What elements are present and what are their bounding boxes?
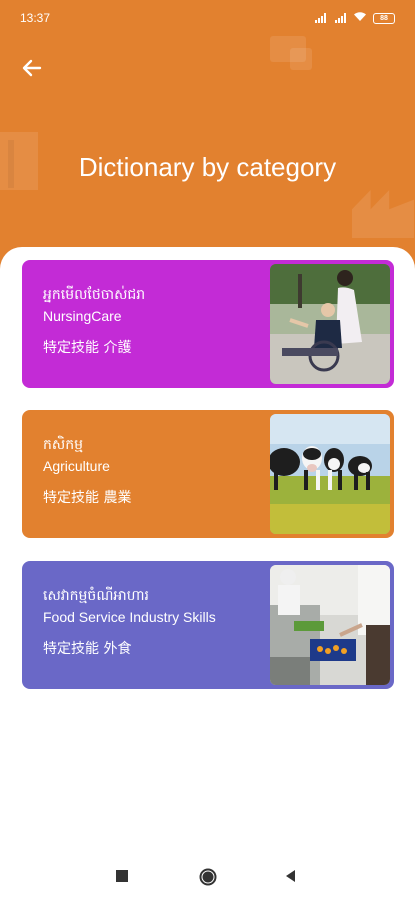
category-card-food-service[interactable]: សេវាកម្មចំណីអាហារ Food Service Industry …: [22, 561, 394, 689]
nursing-care-photo: [270, 264, 390, 384]
food-service-kitchen-photo: [270, 565, 390, 685]
category-japanese-label: 特定技能 外食: [43, 641, 132, 657]
card-text: សេវាកម្មចំណីអាហារ Food Service Industry …: [43, 587, 216, 658]
signal-icon: [313, 13, 327, 23]
category-english-label: NursingCare: [43, 308, 122, 324]
category-khmer-label: អ្នកមើលថែចាស់ជរា: [43, 287, 146, 303]
system-navigation-bar: [0, 852, 415, 900]
battery-icon: 88: [373, 12, 395, 24]
arrow-left-icon: [22, 59, 42, 77]
card-text: អ្នកមើលថែចាស់ជរា NursingCare 特定技能 介護: [43, 286, 145, 357]
category-khmer-label: សេវាកម្មចំណីអាហារ: [43, 588, 149, 604]
battery-level: 88: [380, 14, 388, 22]
category-english-label: Food Service Industry Skills: [43, 609, 216, 625]
category-khmer-label: កសិកម្ម: [43, 437, 83, 453]
signal-icon: [333, 13, 347, 23]
category-list-panel: អ្នកមើលថែចាស់ជរា NursingCare 特定技能 介護 កសិ…: [0, 247, 415, 867]
status-icons: 88: [313, 11, 395, 25]
agriculture-cows-photo: [270, 414, 390, 534]
back-triangle-icon[interactable]: [283, 868, 299, 884]
category-card-agriculture[interactable]: កសិកម្ម Agriculture 特定技能 農業: [22, 410, 394, 538]
decorative-chat-shape: [290, 48, 312, 70]
page-title: Dictionary by category: [78, 152, 337, 182]
recents-square-icon[interactable]: [114, 868, 130, 884]
decorative-factory-shape: [352, 190, 414, 238]
card-text: កសិកម្ម Agriculture 特定技能 農業: [43, 436, 131, 507]
back-button[interactable]: [18, 54, 46, 82]
category-card-nursing-care[interactable]: អ្នកមើលថែចាស់ជរា NursingCare 特定技能 介護: [22, 260, 394, 388]
status-bar: 13:37 88: [0, 0, 415, 36]
home-circle-icon[interactable]: [199, 868, 217, 886]
category-japanese-label: 特定技能 農業: [43, 490, 132, 506]
category-english-label: Agriculture: [43, 458, 110, 474]
status-time: 13:37: [20, 11, 51, 25]
wifi-icon: [353, 11, 367, 25]
category-japanese-label: 特定技能 介護: [43, 340, 132, 356]
